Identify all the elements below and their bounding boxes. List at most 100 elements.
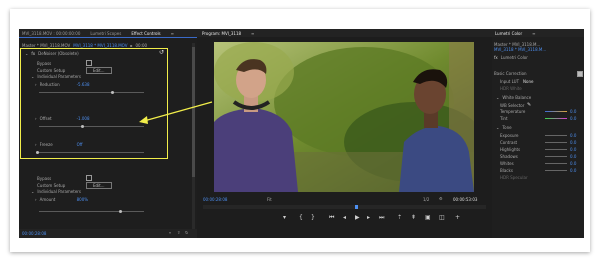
scrollbar[interactable] [192, 43, 195, 233]
hdr-white-label: HDR White [500, 86, 522, 91]
add-marker-icon[interactable]: ▾ [283, 214, 286, 221]
contrast-value[interactable]: 0.0 [570, 140, 576, 145]
fx-icon[interactable]: fx [494, 55, 498, 60]
input-lut-dropdown[interactable]: None [523, 79, 533, 84]
tab-lumetri-color[interactable]: Lumetri Color [495, 31, 522, 36]
contrast-row: Contrast 0.0 [500, 140, 576, 145]
highlights-row: Highlights 0.0 [500, 147, 576, 152]
hdr-specular-row: HDR Specular [500, 175, 528, 180]
active-tab-underline [19, 37, 197, 38]
program-tabbar: Program: MVI_3118 ≡ [199, 29, 493, 37]
exposure-label: Exposure [500, 133, 519, 138]
collapse-icon[interactable]: ⌄ [496, 125, 499, 130]
edit-button[interactable]: Edit... [86, 182, 112, 189]
scrollbar-thumb[interactable] [192, 47, 195, 177]
lumetri-title: Lumetri Color [500, 55, 528, 60]
tint-value[interactable]: 0.0 [570, 116, 576, 121]
play-icon[interactable]: ▶ [355, 214, 360, 221]
shadows-value[interactable]: 0.0 [570, 154, 576, 159]
whites-row: Whites 0.0 [500, 161, 576, 166]
tab-source[interactable]: MVI_3118.MOV : 00:00:00:00 [22, 31, 80, 36]
premiere-app: MVI_3118.MOV : 00:00:00:00 Lumetri Scope… [19, 29, 584, 238]
tab-effect-controls[interactable]: Effect Controls [131, 31, 160, 36]
white-balance-label: White Balance [502, 95, 532, 100]
mark-in-icon[interactable]: { [299, 214, 303, 221]
white-balance-row[interactable]: ⌄ White Balance [496, 95, 531, 100]
amount-slider[interactable] [39, 211, 144, 212]
bypass-checkbox[interactable] [86, 175, 92, 181]
mark-out-icon[interactable]: } [311, 214, 315, 221]
timeline-ruler[interactable] [203, 205, 486, 209]
export-icon[interactable]: ⇪ [177, 230, 180, 235]
step-back-icon[interactable]: ◂ [343, 214, 346, 221]
eyedropper-icon[interactable]: ✎ [527, 102, 531, 108]
playhead[interactable] [355, 205, 358, 209]
quality-dropdown[interactable]: 1/2 [423, 197, 429, 202]
tab-lumetri-scopes[interactable]: Lumetri Scopes [90, 31, 121, 36]
fit-dropdown[interactable]: Fit [267, 197, 272, 202]
shadows-slider[interactable] [545, 156, 567, 157]
individual-params-label: Individual Parameters [37, 189, 82, 194]
exposure-value[interactable]: 0.0 [570, 133, 576, 138]
lumetri-header-row: fx Lumetri Color [494, 55, 528, 60]
program-title[interactable]: Program: MVI_3118 [202, 31, 241, 36]
panel-menu-icon[interactable]: ≡ [171, 31, 174, 36]
lumetri-tabbar: Lumetri Color ≡ [492, 29, 584, 37]
whites-slider[interactable] [545, 163, 567, 164]
settings-icon[interactable]: ↻ [185, 230, 188, 235]
whites-value[interactable]: 0.0 [570, 161, 576, 166]
basic-correction-checkbox[interactable] [577, 71, 583, 77]
lumetri-clip-link[interactable]: MVI_3118 * MVI_3118.M... [494, 47, 546, 52]
shadows-label: Shadows [500, 154, 518, 159]
whites-label: Whites [500, 161, 514, 166]
blacks-row: Blacks 0.0 [500, 168, 576, 173]
basic-correction-row[interactable]: Basic Correction [494, 71, 527, 76]
step-forward-icon[interactable]: ▸ [367, 214, 370, 221]
highlights-slider[interactable] [545, 149, 567, 150]
tint-row: Tint 0.0 [500, 116, 576, 121]
blacks-slider[interactable] [545, 170, 567, 171]
lift-icon[interactable]: ⇡ [397, 214, 402, 221]
amount-label: Amount [39, 197, 56, 202]
tone-row[interactable]: ⌄ Tone [496, 125, 512, 130]
basic-correction-label: Basic Correction [494, 71, 527, 76]
bypass2-row: Bypass [37, 175, 92, 181]
footer-timecode[interactable]: 00:00:28:08 [22, 231, 46, 236]
expand-icon[interactable]: › [35, 197, 37, 202]
input-lut-label: Input LUT [500, 79, 520, 84]
exposure-slider[interactable] [545, 135, 567, 136]
wrench-icon[interactable]: ⚙ [439, 196, 443, 201]
panel-menu-icon[interactable]: ≡ [251, 31, 254, 36]
tint-label: Tint [500, 116, 508, 121]
contrast-slider[interactable] [545, 142, 567, 143]
wb-selector-row: WB Selector ✎ [500, 102, 531, 108]
tint-slider[interactable] [545, 118, 567, 119]
exposure-row: Exposure 0.0 [500, 133, 576, 138]
custom-setup-label: Custom Setup [37, 183, 66, 188]
amount-slider-handle[interactable] [119, 210, 122, 213]
contrast-label: Contrast [500, 140, 518, 145]
hdr-white-row: HDR White [500, 86, 522, 91]
blacks-label: Blacks [500, 168, 513, 173]
extract-icon[interactable]: ⇞ [411, 214, 416, 221]
export-frame-icon[interactable]: ▣ [425, 214, 431, 221]
go-to-out-icon[interactable]: ⏭ [379, 214, 384, 222]
go-to-in-icon[interactable]: ⏮ [329, 214, 334, 222]
collapse-icon[interactable]: ⌄ [496, 95, 499, 100]
temperature-value[interactable]: 0.0 [570, 109, 576, 114]
effect-controls-panel: MVI_3118.MOV : 00:00:00:00 Lumetri Scope… [19, 29, 200, 238]
collapse-icon[interactable]: ⌄ [31, 189, 34, 194]
temperature-slider[interactable] [545, 111, 567, 112]
filter-icon[interactable]: ▿ [169, 230, 171, 235]
program-timecode-left[interactable]: 00:00:28:08 [203, 197, 227, 202]
program-monitor-panel: Program: MVI_3118 ≡ 00:00:28:08 Fit 1/2 … [199, 29, 493, 238]
panel-menu-icon[interactable]: ≡ [532, 31, 535, 36]
highlights-value[interactable]: 0.0 [570, 147, 576, 152]
temperature-row: Temperature 0.0 [500, 109, 576, 114]
wb-selector-label: WB Selector [500, 102, 525, 108]
bypass-label: Bypass [37, 175, 52, 181]
blacks-value[interactable]: 0.0 [570, 168, 576, 173]
button-editor-icon[interactable]: + [455, 214, 460, 221]
compare-view-icon[interactable]: ◫ [439, 214, 445, 221]
amount-value[interactable]: 800% [77, 197, 88, 202]
